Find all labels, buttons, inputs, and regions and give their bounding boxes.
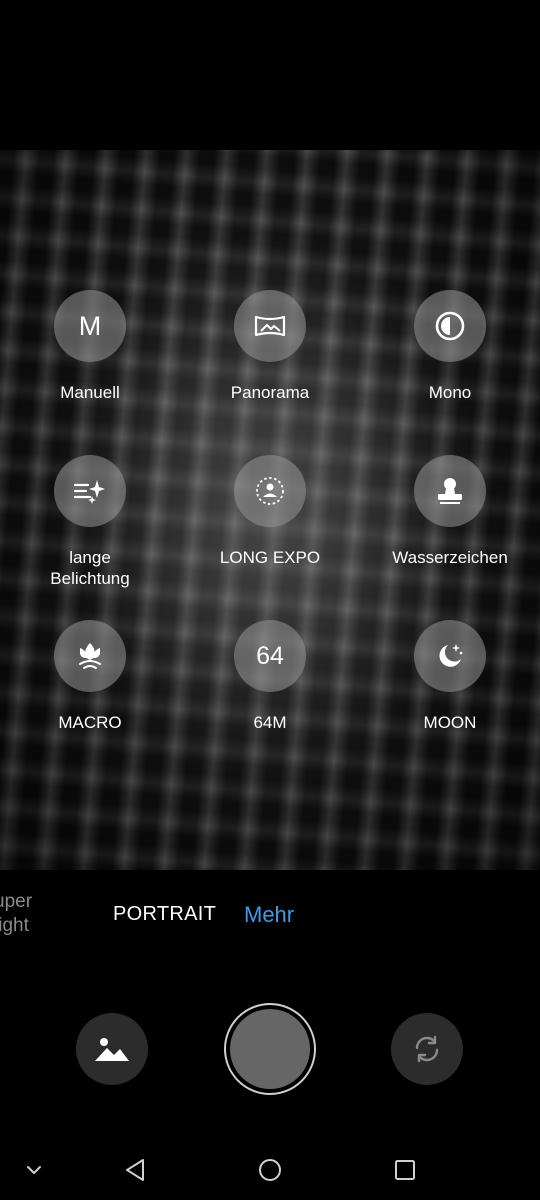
nav-collapse[interactable] [14,1140,54,1200]
person-aura-icon [256,477,284,505]
mode-label: lange Belichtung [50,548,130,588]
mode-long-exposure[interactable]: lange Belichtung [0,455,180,589]
mode-label: Wasserzeichen [392,548,508,567]
mode-panorama[interactable]: Panorama [180,290,360,403]
mode-strip: uper light PORTRAIT Mehr [0,890,540,940]
mode-64m[interactable]: 64 64M [180,620,360,733]
shutter-inner [230,1009,310,1089]
home-circle-icon [259,1159,281,1181]
chevron-down-icon [27,1166,41,1174]
mode-tab-cut-off[interactable]: uper light [0,890,32,938]
back-triangle-icon [126,1159,144,1181]
top-bar [0,0,540,150]
contrast-icon [435,311,465,341]
camera-viewfinder[interactable]: M Manuell Panorama Mono lange Belichtung… [0,150,540,870]
mode-label: Manuell [60,383,120,402]
recents-square-icon [395,1160,415,1180]
image-icon [95,1038,129,1061]
nav-back[interactable] [110,1140,160,1200]
mode-tab-more[interactable]: Mehr [244,902,294,928]
panorama-icon [254,315,286,337]
nav-recents[interactable] [380,1140,430,1200]
mode-label: Mono [428,383,472,402]
tulip-icon [79,643,101,669]
mode-long-exposure-button[interactable] [54,455,126,527]
stamp-icon [438,478,462,504]
moon-stars-icon [439,644,463,667]
mode-long-expo-button[interactable] [234,455,306,527]
number-64-icon: 64 [256,641,284,670]
mode-label: LONG EXPO [219,548,321,567]
mode-macro[interactable]: MACRO [0,620,180,733]
mode-panorama-button[interactable] [234,290,306,362]
lines-sparkle-icon [73,480,105,504]
mode-manual[interactable]: M Manuell [0,290,180,403]
mode-manual-button[interactable]: M [54,290,126,362]
mode-mono[interactable]: Mono [360,290,540,403]
switch-camera-button[interactable] [391,1013,463,1085]
mode-label: MOON [423,713,477,732]
mode-tab-portrait[interactable]: PORTRAIT [113,903,216,926]
mode-grid: M Manuell Panorama Mono lange Belichtung… [0,290,540,733]
mode-64m-button[interactable]: 64 [234,620,306,692]
mode-moon[interactable]: MOON [360,620,540,733]
mode-label: Panorama [230,383,310,402]
shutter-button[interactable] [224,1003,316,1095]
camera-switch-icon [415,1035,439,1063]
mode-label: MACRO [58,713,122,732]
mode-macro-button[interactable] [54,620,126,692]
mode-watermark-button[interactable] [414,455,486,527]
mode-watermark[interactable]: Wasserzeichen [360,455,540,568]
mode-mono-button[interactable] [414,290,486,362]
nav-home[interactable] [245,1140,295,1200]
system-nav-bar [0,1140,540,1200]
letter-m-icon: M [78,310,102,341]
mode-long-expo[interactable]: LONG EXPO [180,455,360,568]
mode-moon-button[interactable] [414,620,486,692]
mode-label: 64M [253,713,287,732]
gallery-button[interactable] [76,1013,148,1085]
